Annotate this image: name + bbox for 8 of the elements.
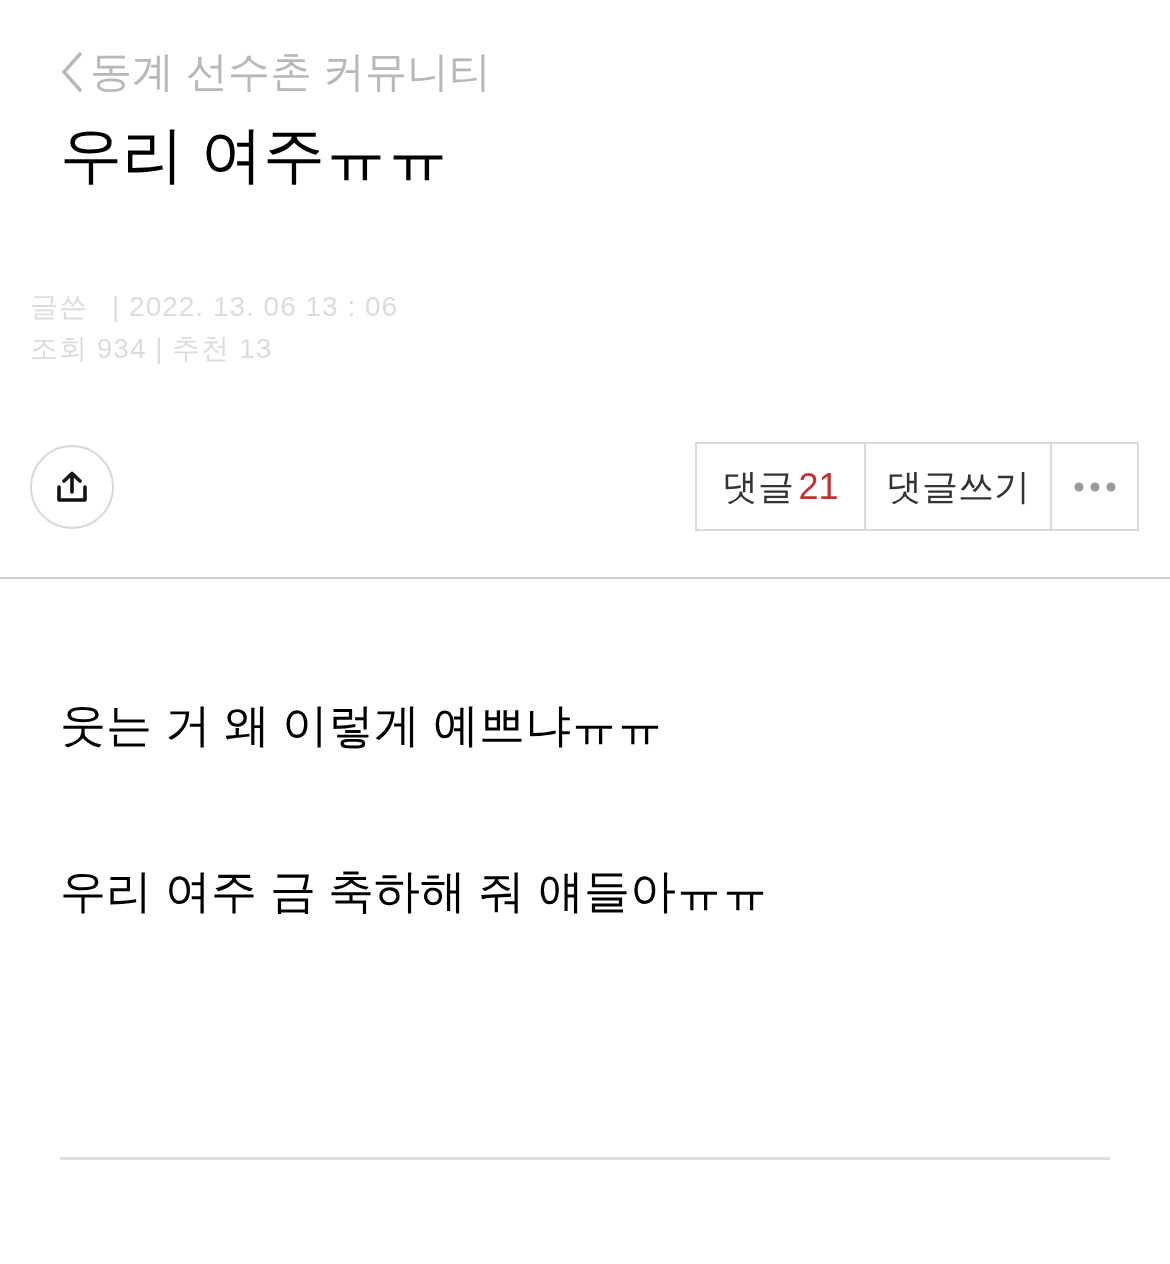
more-dots-icon <box>1073 481 1116 492</box>
back-chevron-icon[interactable] <box>60 52 84 92</box>
write-comment-button[interactable]: 댓글쓰기 <box>866 444 1052 529</box>
comments-tab[interactable]: 댓글 21 <box>697 444 866 529</box>
share-icon <box>55 470 89 503</box>
post-body-paragraph: 웃는 거 왜 이렇게 예쁘냐ㅠㅠ <box>60 698 664 753</box>
post-body-paragraph: 우리 여주 금 축하해 줘 얘들아ㅠㅠ <box>60 864 768 919</box>
post-title: 우리 여주ㅠㅠ <box>60 119 450 191</box>
